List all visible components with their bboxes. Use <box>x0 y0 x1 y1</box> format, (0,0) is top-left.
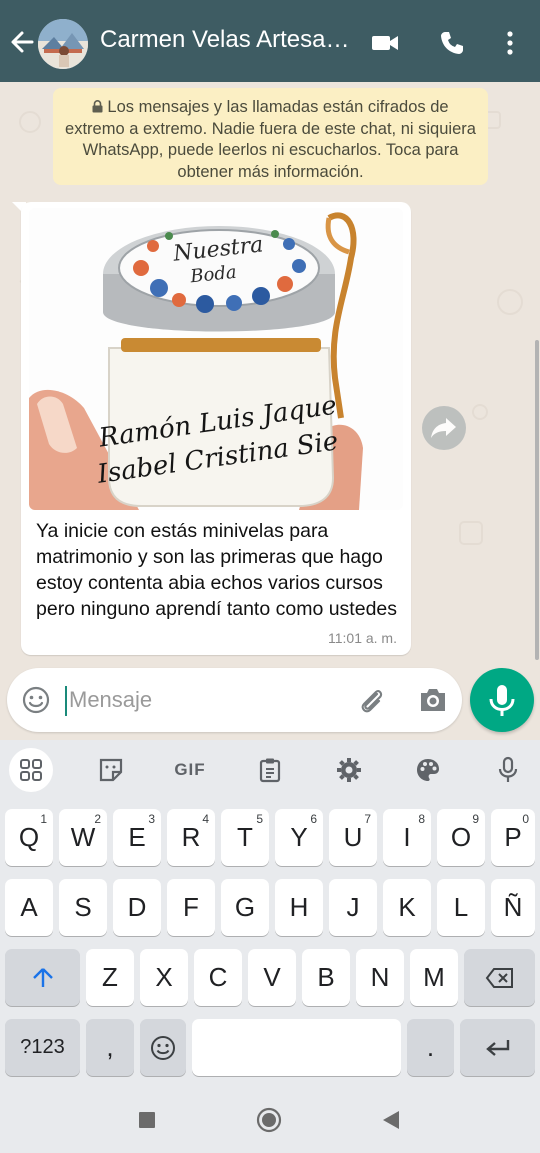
key-enye[interactable]: Ñ <box>491 879 535 936</box>
lock-icon <box>92 100 103 113</box>
comma-key[interactable]: , <box>86 1019 134 1076</box>
settings-gear-icon[interactable] <box>327 748 371 792</box>
key-label: Q <box>18 822 40 852</box>
key-number: 6 <box>310 812 317 826</box>
key-number: 0 <box>522 812 529 826</box>
key-h[interactable]: H <box>275 879 323 936</box>
key-k[interactable]: K <box>383 879 431 936</box>
key-a[interactable]: A <box>5 879 53 936</box>
text-cursor <box>65 686 67 716</box>
message-composer <box>7 668 462 732</box>
key-label: W <box>70 822 96 852</box>
key-f[interactable]: F <box>167 879 215 936</box>
back-arrow-icon[interactable] <box>8 26 36 58</box>
message-photo[interactable]: Nuestra Boda Ramón Luis Jaque Isabel Cri… <box>29 208 403 510</box>
key-n[interactable]: N <box>356 949 404 1006</box>
key-y[interactable]: Y6 <box>275 809 323 866</box>
recents-icon[interactable] <box>137 1110 157 1130</box>
key-e[interactable]: E3 <box>113 809 161 866</box>
enter-icon <box>485 1039 509 1056</box>
key-d[interactable]: D <box>113 879 161 936</box>
keyboard-mic-icon[interactable] <box>486 748 530 792</box>
candle-jar-image: Nuestra Boda Ramón Luis Jaque Isabel Cri… <box>29 208 403 510</box>
gif-button[interactable]: GIF <box>168 748 212 792</box>
key-t[interactable]: T5 <box>221 809 269 866</box>
key-z[interactable]: Z <box>86 949 134 1006</box>
chat-area[interactable]: Los mensajes y las llamadas están cifrad… <box>0 82 540 740</box>
emoji-icon[interactable] <box>21 685 51 715</box>
message-text: Ya inicie con estás minivelas para matri… <box>36 520 398 620</box>
key-i[interactable]: I8 <box>383 809 431 866</box>
key-v[interactable]: V <box>248 949 296 1006</box>
backspace-key[interactable] <box>464 949 535 1006</box>
camera-icon[interactable] <box>417 685 449 715</box>
key-q[interactable]: Q1 <box>5 809 53 866</box>
key-j[interactable]: J <box>329 879 377 936</box>
shift-key[interactable] <box>5 949 80 1006</box>
shift-arrow-icon <box>32 967 53 987</box>
contact-avatar[interactable] <box>38 19 88 69</box>
key-label: O <box>450 822 472 852</box>
key-number: 1 <box>40 812 47 826</box>
key-x[interactable]: X <box>140 949 188 1006</box>
key-p[interactable]: P0 <box>491 809 535 866</box>
system-navigation-bar <box>0 1088 540 1153</box>
emoji-key[interactable] <box>140 1019 186 1076</box>
voice-message-button[interactable] <box>470 668 534 732</box>
key-label: U <box>343 822 363 852</box>
key-g[interactable]: G <box>221 879 269 936</box>
incoming-message-bubble[interactable]: Nuestra Boda Ramón Luis Jaque Isabel Cri… <box>21 202 411 655</box>
encryption-notice-text: Los mensajes y las llamadas están cifrad… <box>65 98 476 181</box>
key-number: 4 <box>202 812 209 826</box>
key-b[interactable]: B <box>302 949 350 1006</box>
emoji-key-icon <box>151 1035 175 1060</box>
key-label: E <box>128 822 146 852</box>
key-l[interactable]: L <box>437 879 485 936</box>
forward-icon <box>431 418 456 438</box>
key-label: Y <box>290 822 308 852</box>
key-number: 3 <box>148 812 155 826</box>
key-label: T <box>237 822 253 852</box>
message-input[interactable] <box>69 682 349 718</box>
contact-name[interactable]: Carmen Velas Artesa… <box>100 26 355 54</box>
apps-grid-icon[interactable] <box>9 748 53 792</box>
key-s[interactable]: S <box>59 879 107 936</box>
key-m[interactable]: M <box>410 949 458 1006</box>
palette-icon[interactable] <box>406 748 450 792</box>
forward-button[interactable] <box>422 406 466 450</box>
sticker-icon[interactable] <box>89 748 133 792</box>
microphone-icon <box>489 685 515 716</box>
key-c[interactable]: C <box>194 949 242 1006</box>
key-label: P <box>504 822 522 852</box>
key-label: I <box>403 822 411 852</box>
key-o[interactable]: O9 <box>437 809 485 866</box>
key-label: R <box>181 822 201 852</box>
enter-key[interactable] <box>460 1019 535 1076</box>
key-u[interactable]: U7 <box>329 809 377 866</box>
period-key[interactable]: . <box>407 1019 454 1076</box>
key-number: 5 <box>256 812 263 826</box>
key-number: 7 <box>364 812 371 826</box>
chat-scrollbar[interactable] <box>535 340 539 660</box>
chat-header: Carmen Velas Artesa… <box>0 0 540 82</box>
phone-icon[interactable] <box>437 28 467 58</box>
key-r[interactable]: R4 <box>167 809 215 866</box>
backspace-icon <box>485 967 513 988</box>
more-options-icon[interactable] <box>496 28 526 58</box>
message-time: 11:01 a. m. <box>327 630 397 646</box>
clipboard-icon[interactable] <box>248 748 292 792</box>
home-icon[interactable] <box>256 1107 282 1133</box>
key-number: 9 <box>472 812 479 826</box>
back-nav-icon[interactable] <box>380 1109 402 1131</box>
keyboard-toolbar: GIF <box>0 740 540 796</box>
attach-clip-icon[interactable] <box>355 684 387 716</box>
key-number: 8 <box>418 812 425 826</box>
symbols-key[interactable]: ?123 <box>5 1019 80 1076</box>
space-key[interactable] <box>192 1019 401 1076</box>
key-number: 2 <box>94 812 101 826</box>
encryption-notice[interactable]: Los mensajes y las llamadas están cifrad… <box>53 88 488 185</box>
video-call-icon[interactable] <box>370 28 400 58</box>
key-w[interactable]: W2 <box>59 809 107 866</box>
